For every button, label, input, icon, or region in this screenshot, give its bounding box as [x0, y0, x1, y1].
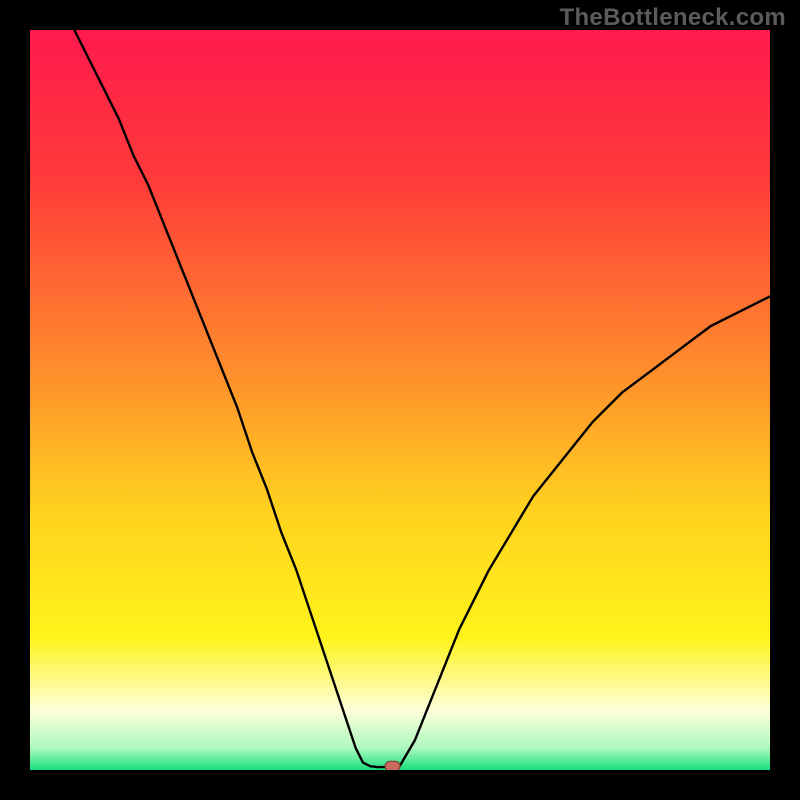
chart-frame: TheBottleneck.com — [0, 0, 800, 800]
watermark-text: TheBottleneck.com — [560, 4, 786, 32]
minimum-marker — [385, 761, 400, 770]
bottleneck-curve-chart — [30, 30, 770, 770]
gradient-background — [30, 30, 770, 770]
plot-area — [30, 30, 770, 770]
